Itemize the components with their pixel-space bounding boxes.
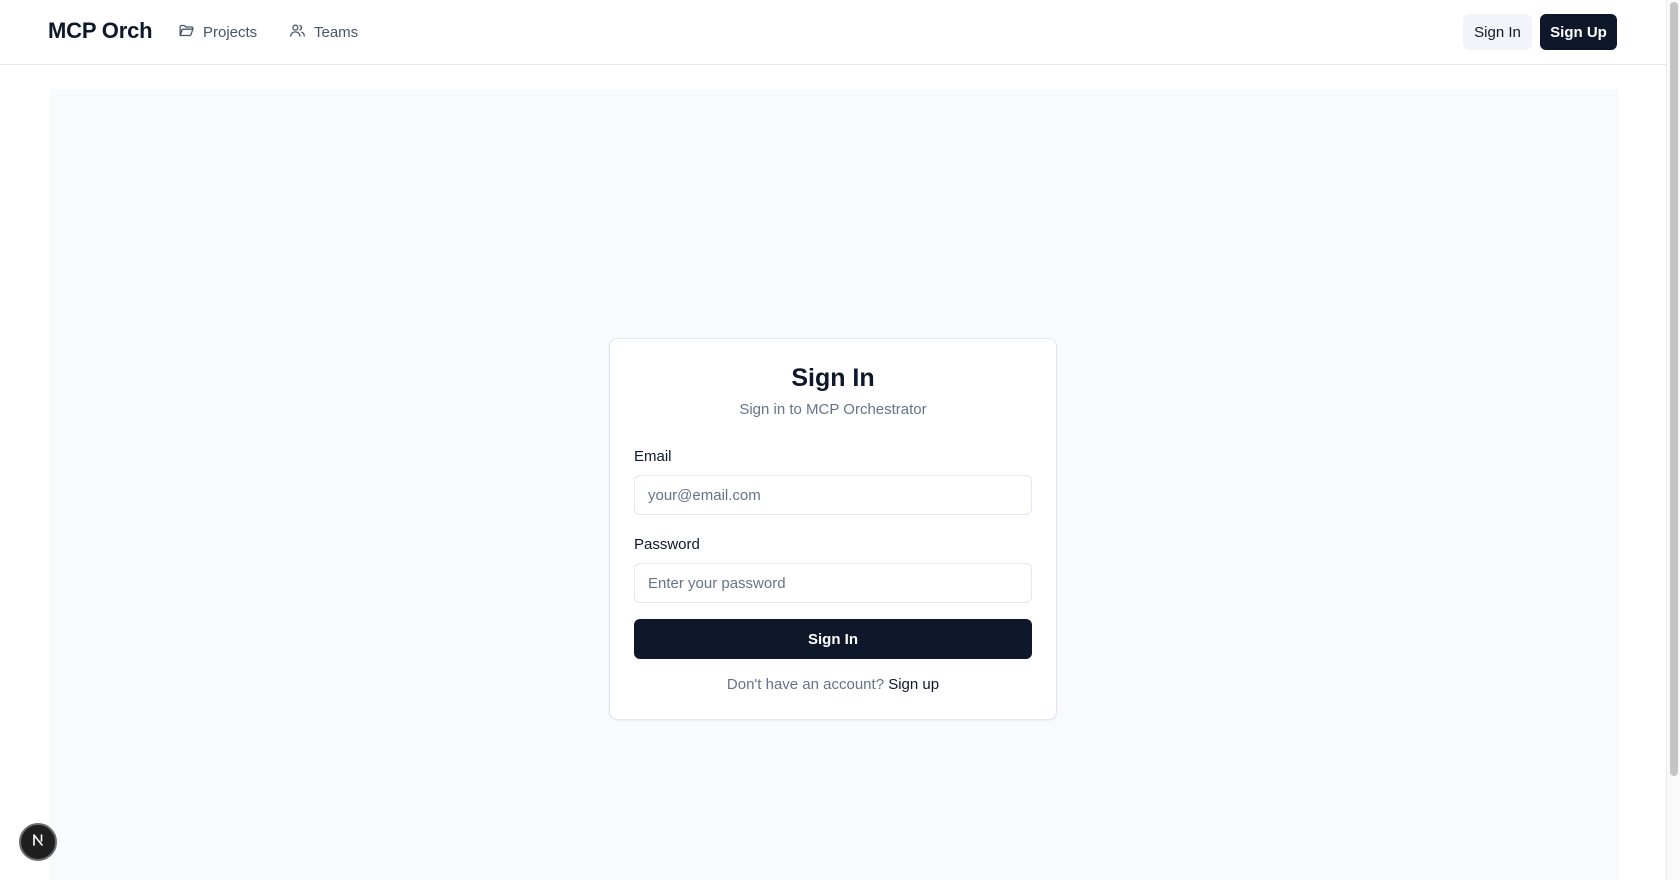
sign-in-card: Sign In Sign in to MCP Orchestrator Emai… [609, 338, 1057, 720]
nav-teams[interactable]: Teams [289, 21, 358, 43]
nextjs-icon [30, 832, 46, 853]
nextjs-dev-badge[interactable] [19, 823, 57, 861]
sign-in-submit-button[interactable]: Sign In [634, 619, 1032, 659]
card-subtitle: Sign in to MCP Orchestrator [739, 401, 927, 418]
password-field[interactable] [634, 563, 1032, 603]
nav-teams-label: Teams [314, 23, 359, 41]
users-icon [289, 22, 306, 43]
sign-up-link[interactable]: Sign up [888, 676, 939, 693]
nav-projects-label: Projects [203, 23, 258, 41]
scrollbar-thumb[interactable] [1670, 2, 1678, 776]
vertical-scrollbar[interactable] [1666, 0, 1680, 880]
nav-projects[interactable]: Projects [178, 21, 257, 43]
folder-icon [178, 22, 195, 43]
card-title: Sign In [791, 364, 875, 392]
header-sign-in-button[interactable]: Sign In [1463, 14, 1532, 50]
password-label: Password [634, 536, 700, 553]
top-navigation-bar: MCP Orch Projects Teams Sign In Sign Up [0, 0, 1666, 65]
sign-up-prompt: Don't have an account? Sign up [610, 676, 1056, 693]
email-field[interactable] [634, 475, 1032, 515]
header-sign-up-button[interactable]: Sign Up [1540, 14, 1617, 50]
brand-logo[interactable]: MCP Orch [48, 18, 153, 44]
email-label: Email [634, 448, 672, 465]
sign-up-prompt-text: Don't have an account? [726, 676, 885, 693]
